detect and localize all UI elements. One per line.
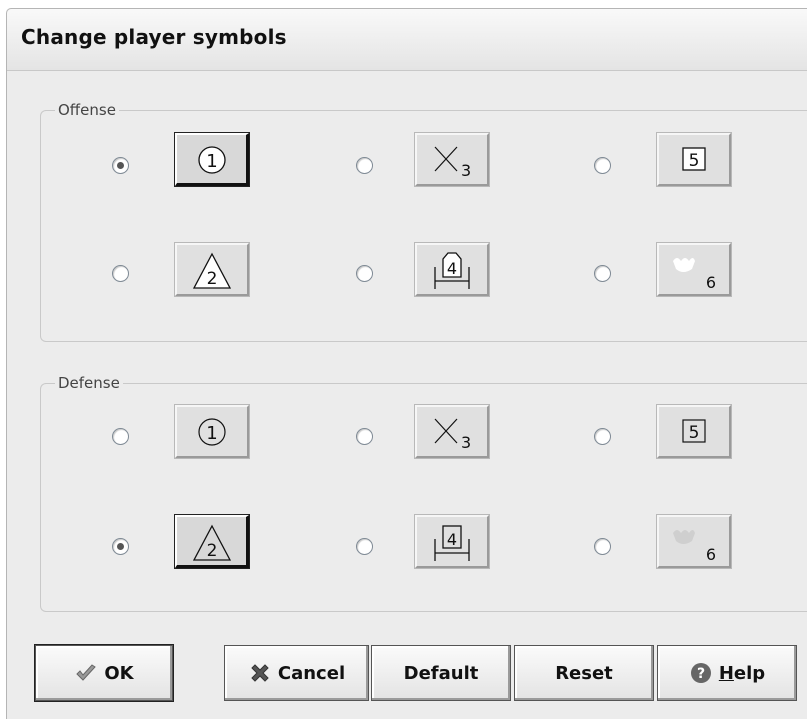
defense-radio-6[interactable] xyxy=(594,538,611,555)
defense-radio-5[interactable] xyxy=(594,428,611,445)
offense-radio-6[interactable] xyxy=(594,265,611,282)
defense-radio-4[interactable] xyxy=(356,538,373,555)
defense-symbol-5-number: 5 xyxy=(689,423,700,443)
defense-symbol-2-number: 2 xyxy=(207,541,218,561)
help-label-rest: elp xyxy=(733,662,766,684)
offense-symbol-5-number: 5 xyxy=(689,151,700,171)
offense-symbol-1-number: 1 xyxy=(206,151,217,172)
help-button[interactable]: ? Help xyxy=(657,645,797,701)
offense-radio-1[interactable] xyxy=(112,157,129,174)
offense-symbol-3-number: 3 xyxy=(461,161,471,180)
cancel-button[interactable]: Cancel xyxy=(224,645,369,701)
default-button-label: Default xyxy=(403,662,479,684)
defense-radio-1[interactable] xyxy=(112,428,129,445)
defense-symbol-5-button[interactable]: 5 xyxy=(656,404,732,459)
help-icon: ? xyxy=(690,663,711,683)
offense-symbol-6-number: 6 xyxy=(706,273,716,292)
reset-button[interactable]: Reset xyxy=(514,645,654,701)
help-hotkey: H xyxy=(718,662,734,684)
offense-symbol-2-button[interactable]: 2 xyxy=(174,242,250,297)
defense-group-label: Defense xyxy=(55,374,123,392)
cancel-button-label: Cancel xyxy=(277,662,346,684)
help-button-label: Help xyxy=(719,663,765,684)
defense-symbol-2-button[interactable]: 2 xyxy=(174,514,250,569)
offense-symbol-3-button[interactable]: 3 xyxy=(414,132,490,187)
offense-radio-2[interactable] xyxy=(112,265,129,282)
offense-radio-5[interactable] xyxy=(594,157,611,174)
checkmark-icon xyxy=(76,664,97,681)
defense-symbol-6-number: 6 xyxy=(706,545,716,564)
offense-symbol-4-button[interactable]: 4 xyxy=(414,242,490,297)
offense-radio-4[interactable] xyxy=(356,265,373,282)
defense-symbol-1-button[interactable]: 1 xyxy=(174,404,250,459)
defense-symbol-4-number: 4 xyxy=(447,530,457,549)
reset-button-label: Reset xyxy=(555,662,613,684)
defense-symbol-4-button[interactable]: 4 xyxy=(414,514,490,569)
defense-symbol-3-number: 3 xyxy=(461,433,471,452)
offense-radio-3[interactable] xyxy=(356,157,373,174)
dialog-title: Change player symbols xyxy=(21,25,287,49)
offense-symbol-1-button[interactable]: 1 xyxy=(174,132,250,187)
svg-text:?: ? xyxy=(697,666,705,682)
offense-symbol-5-button[interactable]: 5 xyxy=(656,132,732,187)
defense-symbol-1-number: 1 xyxy=(206,423,217,444)
offense-symbol-6-button[interactable]: 6 xyxy=(656,242,732,297)
default-button[interactable]: Default xyxy=(371,645,511,701)
ok-button[interactable]: OK xyxy=(34,644,174,702)
defense-symbol-3-button[interactable]: 3 xyxy=(414,404,490,459)
offense-group-label: Offense xyxy=(55,101,119,119)
defense-radio-2[interactable] xyxy=(112,538,129,555)
cross-icon xyxy=(251,664,269,682)
offense-symbol-2-number: 2 xyxy=(207,269,218,289)
defense-symbol-6-button[interactable]: 6 xyxy=(656,514,732,569)
title-bar: Change player symbols xyxy=(7,9,807,71)
offense-symbol-4-number: 4 xyxy=(447,259,457,278)
defense-radio-3[interactable] xyxy=(356,428,373,445)
ok-button-label: OK xyxy=(104,662,134,684)
